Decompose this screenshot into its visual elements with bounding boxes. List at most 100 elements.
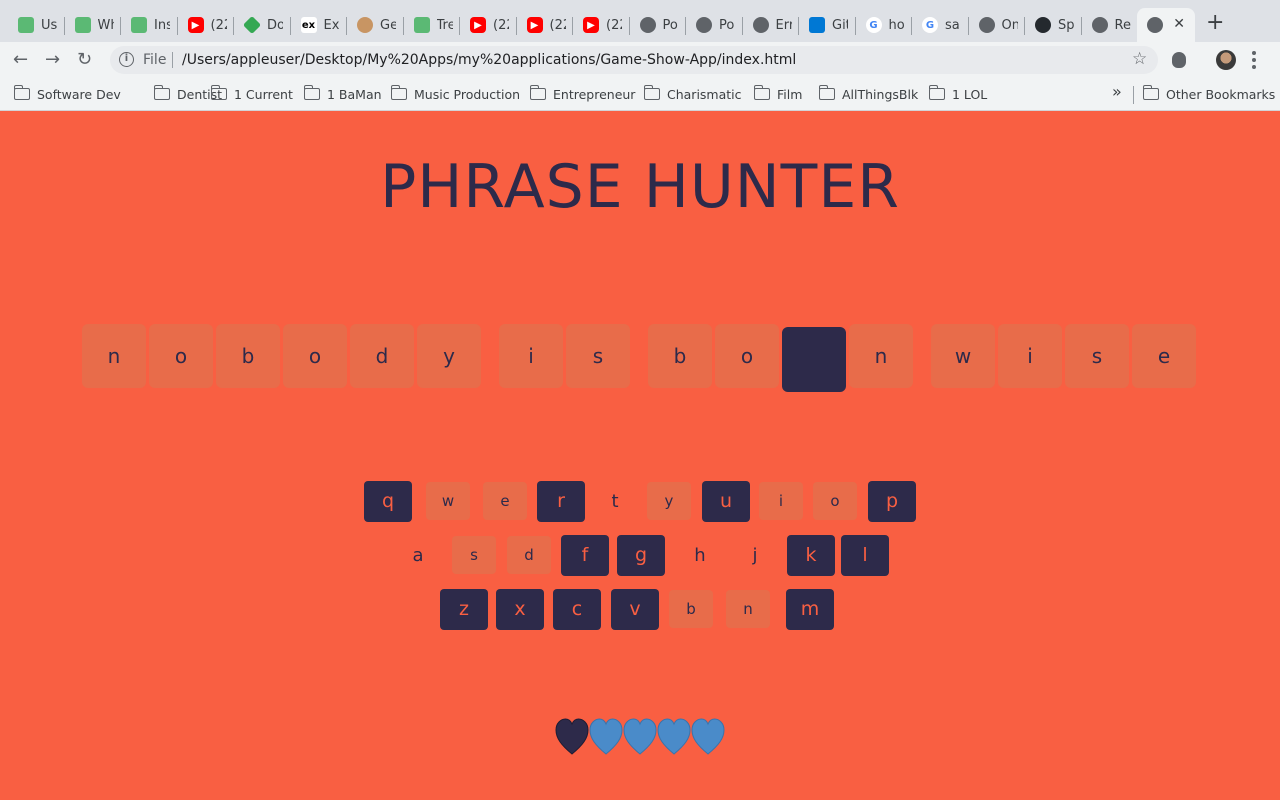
google-icon: G <box>865 17 882 33</box>
ex-icon: ex <box>300 17 317 33</box>
tab-title: Ge <box>380 17 396 33</box>
key-u[interactable]: u <box>702 480 750 522</box>
browser-tab[interactable]: On <box>969 8 1025 42</box>
key-l[interactable]: l <box>841 534 889 576</box>
browser-tab[interactable]: ▶ (22 <box>573 8 630 42</box>
browser-chrome: Us Wh Ins ▶ (22 Do ex Exp Ge Tre ▶ (22 ▶ (22 ▶ (22 Po Po E… <box>0 0 1280 111</box>
browser-tab[interactable]: Us <box>8 8 65 42</box>
forward-arrow-icon[interactable]: → <box>45 50 60 70</box>
extension-bug-icon[interactable] <box>1172 52 1186 68</box>
bookmark-star-icon[interactable]: ☆ <box>1132 49 1147 69</box>
browser-tab[interactable]: ▶ (22 <box>460 8 517 42</box>
browser-tab[interactable]: Git <box>799 8 856 42</box>
bookmark-folder[interactable]: Software Dev <box>13 84 121 104</box>
browser-tab[interactable]: ▶ (22 <box>178 8 234 42</box>
bookmark-label: 1 Current <box>234 86 293 102</box>
green-cube-icon <box>242 15 262 35</box>
youtube-icon: ▶ <box>526 17 543 33</box>
key-z[interactable]: z <box>440 588 488 630</box>
browser-tab[interactable]: Tre <box>404 8 460 42</box>
close-tab-icon[interactable]: ✕ <box>1173 16 1185 32</box>
tab-active[interactable]: ✕ <box>1137 8 1195 42</box>
key-c[interactable]: c <box>553 588 601 630</box>
pug-icon <box>357 17 373 33</box>
browser-tab[interactable]: Po <box>686 8 743 42</box>
browser-tab[interactable]: Ge <box>347 8 404 42</box>
key-w[interactable]: w <box>426 482 470 520</box>
bookmark-folder[interactable]: 1 LOL <box>928 84 987 104</box>
bookmarks-divider <box>1133 86 1134 104</box>
globe-icon <box>1147 17 1163 33</box>
bookmark-label: Film <box>777 86 803 102</box>
tab-title: Wh <box>97 17 114 33</box>
browser-tab[interactable]: Ins <box>121 8 178 42</box>
key-i[interactable]: i <box>759 482 803 520</box>
bookmark-label: Music Production <box>414 86 521 102</box>
tab-title: Sp <box>1058 17 1074 33</box>
lost-heart-icon <box>555 718 589 755</box>
phrase-letter: i <box>499 324 563 388</box>
profile-avatar[interactable] <box>1216 50 1236 70</box>
key-m[interactable]: m <box>786 588 834 630</box>
bookmark-folder[interactable]: 1 BaMan <box>303 84 382 104</box>
bookmark-folder[interactable]: Music Production <box>390 84 521 104</box>
youtube-icon: ▶ <box>470 17 486 33</box>
browser-tab[interactable]: Do <box>234 8 291 42</box>
menu-kebab-icon[interactable] <box>1252 51 1256 69</box>
key-s[interactable]: s <box>452 536 496 574</box>
browser-tab[interactable]: Gho <box>856 8 912 42</box>
address-bar[interactable]: i File /Users/appleuser/Desktop/My%20App… <box>110 46 1158 74</box>
key-o[interactable]: o <box>813 482 857 520</box>
key-h[interactable]: h <box>680 535 720 575</box>
browser-tab[interactable]: Err <box>743 8 799 42</box>
key-f[interactable]: f <box>561 534 609 576</box>
key-y[interactable]: y <box>647 482 691 520</box>
key-t[interactable]: t <box>595 481 635 521</box>
key-d[interactable]: d <box>507 536 551 574</box>
key-e[interactable]: e <box>483 482 527 520</box>
browser-tab[interactable]: Po <box>630 8 686 42</box>
globe-icon <box>1091 17 1108 33</box>
tab-title: Err <box>775 17 792 33</box>
vscode-icon <box>809 17 825 33</box>
key-b[interactable]: b <box>669 590 713 628</box>
key-a[interactable]: a <box>398 535 438 575</box>
bookmarks-overflow-button[interactable]: » <box>1112 82 1122 101</box>
bookmark-folder[interactable]: Charismatic <box>643 84 742 104</box>
info-icon[interactable]: i <box>119 52 134 67</box>
browser-tab[interactable]: Gsa <box>912 8 969 42</box>
page-title: PHRASE HUNTER <box>380 152 900 222</box>
bookmark-folder[interactable]: Entrepreneur <box>529 84 635 104</box>
phrase-letter: o <box>715 324 779 388</box>
bookmark-folder[interactable]: Film <box>753 84 803 104</box>
new-tab-button[interactable]: + <box>1206 12 1224 34</box>
browser-tab[interactable]: Wh <box>65 8 121 42</box>
globe-icon <box>978 17 995 33</box>
url-text[interactable]: /Users/appleuser/Desktop/My%20Apps/my%20… <box>182 52 796 68</box>
key-x[interactable]: x <box>496 588 544 630</box>
key-p[interactable]: p <box>868 480 916 522</box>
bookmark-folder[interactable]: 1 Current <box>210 84 293 104</box>
browser-tab[interactable]: Sp <box>1025 8 1082 42</box>
bookmark-folder[interactable]: AllThingsBlk <box>818 84 918 104</box>
key-j[interactable]: j <box>735 535 775 575</box>
browser-tab[interactable]: ▶ (22 <box>517 8 573 42</box>
tab-title: Git <box>832 17 848 33</box>
tab-title: Do <box>267 17 283 33</box>
browser-tab[interactable]: ex Exp <box>291 8 347 42</box>
back-arrow-icon[interactable]: ← <box>13 50 28 70</box>
key-v[interactable]: v <box>611 588 659 630</box>
key-n[interactable]: n <box>726 590 770 628</box>
key-r[interactable]: r <box>537 480 585 522</box>
folder-icon <box>303 85 320 100</box>
youtube-icon: ▶ <box>583 17 599 33</box>
reload-icon[interactable]: ↻ <box>77 50 92 70</box>
bookmark-other[interactable]: Other Bookmarks <box>1142 84 1275 104</box>
key-q[interactable]: q <box>364 480 412 522</box>
tab-title: (22 <box>549 17 566 33</box>
bookmark-label: 1 BaMan <box>327 86 382 102</box>
browser-tab[interactable]: Re <box>1082 8 1138 42</box>
tab-title: Po <box>662 17 678 33</box>
key-k[interactable]: k <box>787 534 835 576</box>
key-g[interactable]: g <box>617 534 665 576</box>
